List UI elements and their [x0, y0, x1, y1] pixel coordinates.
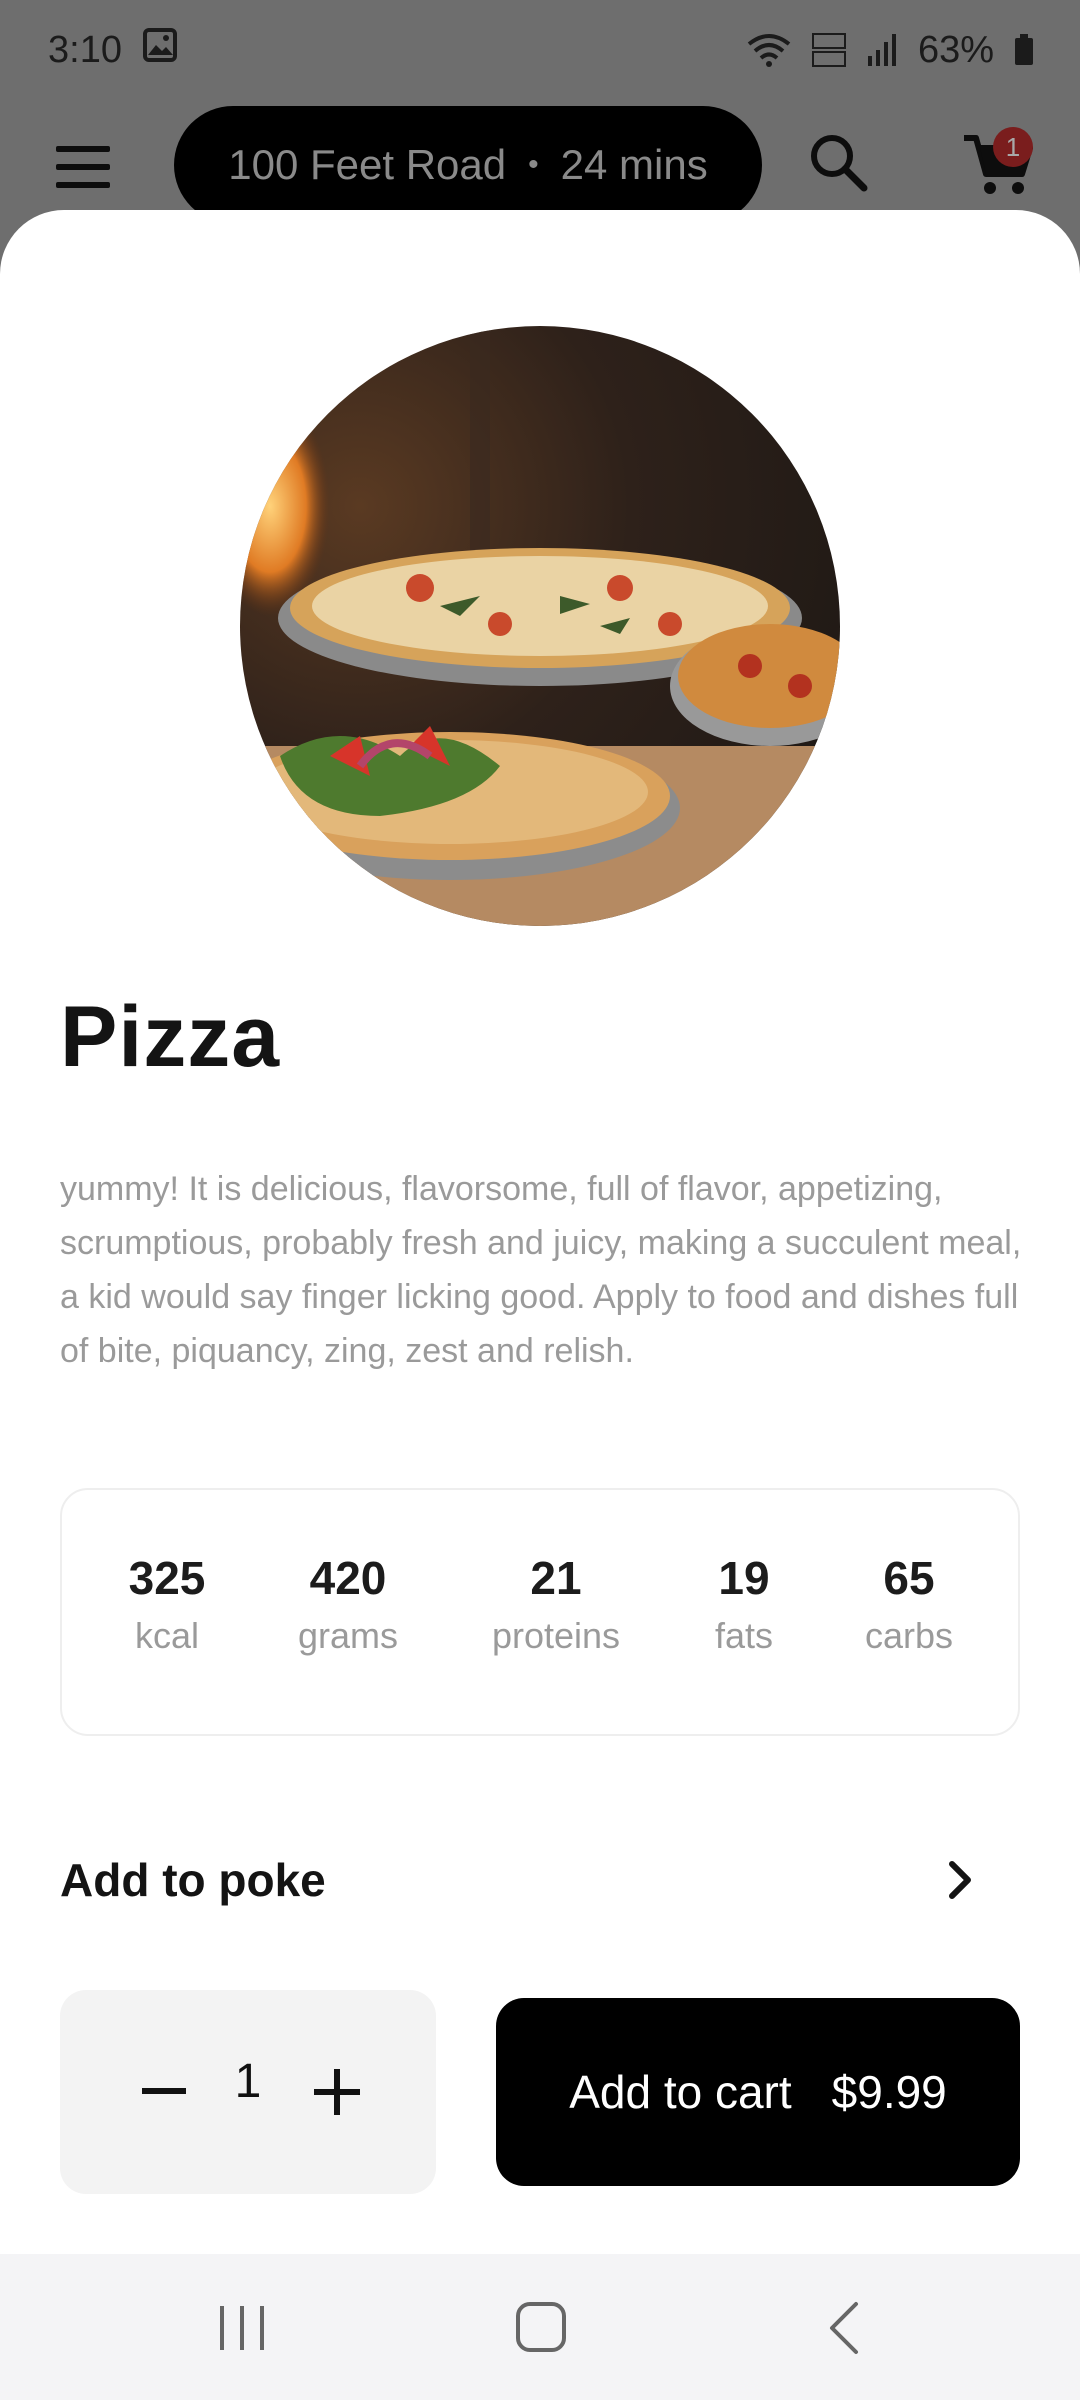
status-time: 3:10 — [48, 28, 122, 71]
pizza-photo — [240, 326, 840, 926]
chevron-right-icon — [940, 1856, 980, 1904]
home-icon[interactable] — [512, 2298, 572, 2358]
back-icon[interactable] — [816, 2298, 876, 2358]
battery-percent: 63% — [917, 28, 994, 71]
search-icon[interactable] — [806, 130, 872, 196]
top-app-bar: 100 Feet Road • 24 mins 1 — [0, 100, 1080, 224]
nutrition-value: 325 — [128, 1552, 206, 1604]
product-image — [240, 326, 840, 926]
delivery-location-pill[interactable]: 100 Feet Road • 24 mins — [174, 106, 762, 224]
nutrition-label: grams — [297, 1615, 399, 1656]
product-title: Pizza — [60, 989, 281, 1085]
nutrition-card: 325 kcal 420 grams 21 proteins 19 fats 6… — [60, 1488, 1020, 1736]
nutrition-grams: 420 grams — [298, 1550, 398, 1666]
product-detail-screen: 3:10 63% 100 Feet Road • 24 mins 1 Pizza… — [0, 0, 1080, 2400]
volte-lte-icon — [811, 32, 846, 68]
nutrition-label: fats — [714, 1615, 774, 1656]
system-navigation-bar — [0, 2254, 1080, 2400]
add-to-cart-button[interactable]: Add to cart $9.99 — [496, 1998, 1020, 2186]
nutrition-value: 65 — [883, 1552, 935, 1604]
add-to-cart-price: $9.99 — [831, 2066, 947, 2118]
quantity-stepper: 1 — [60, 1990, 436, 2194]
nutrition-value: 19 — [718, 1552, 770, 1604]
add-to-poke-row[interactable]: Add to poke — [60, 1830, 980, 1930]
hamburger-menu-icon[interactable] — [52, 142, 116, 192]
nutrition-kcal: 325 kcal — [129, 1550, 206, 1666]
product-sheet: Pizza yummy! It is delicious, flavorsome… — [0, 210, 1080, 2254]
cart-count-badge: 1 — [993, 127, 1033, 167]
location-separator: • — [528, 148, 539, 181]
product-description: yummy! It is delicious, flavorsome, full… — [60, 1170, 1022, 1370]
nutrition-carbs: 65 carbs — [865, 1550, 953, 1666]
minus-icon[interactable] — [138, 2064, 194, 2120]
nutrition-label: carbs — [864, 1615, 954, 1656]
status-right: 63% — [746, 29, 1034, 72]
nutrition-label: kcal — [134, 1615, 200, 1656]
status-bar: 3:10 63% — [0, 0, 1080, 100]
recents-icon[interactable] — [212, 2298, 272, 2358]
location-name: 100 Feet Road — [228, 141, 507, 188]
signal-icon — [866, 32, 898, 68]
gallery-notification-icon — [142, 27, 178, 73]
nutrition-fats: 19 fats — [715, 1550, 773, 1666]
status-left: 3:10 — [48, 27, 178, 73]
nutrition-proteins: 21 proteins — [492, 1550, 620, 1666]
nutrition-label: proteins — [491, 1615, 621, 1656]
nutrition-value: 420 — [309, 1552, 387, 1604]
nutrition-value: 21 — [530, 1552, 582, 1604]
delivery-eta: 24 mins — [560, 141, 708, 188]
battery-icon — [1014, 34, 1034, 66]
wifi-icon — [746, 32, 792, 68]
add-to-poke-label: Add to poke — [60, 1854, 326, 1906]
add-to-cart-label: Add to cart — [569, 2066, 792, 2118]
plus-icon[interactable] — [308, 2062, 368, 2122]
quantity-value: 1 — [234, 2055, 262, 2108]
